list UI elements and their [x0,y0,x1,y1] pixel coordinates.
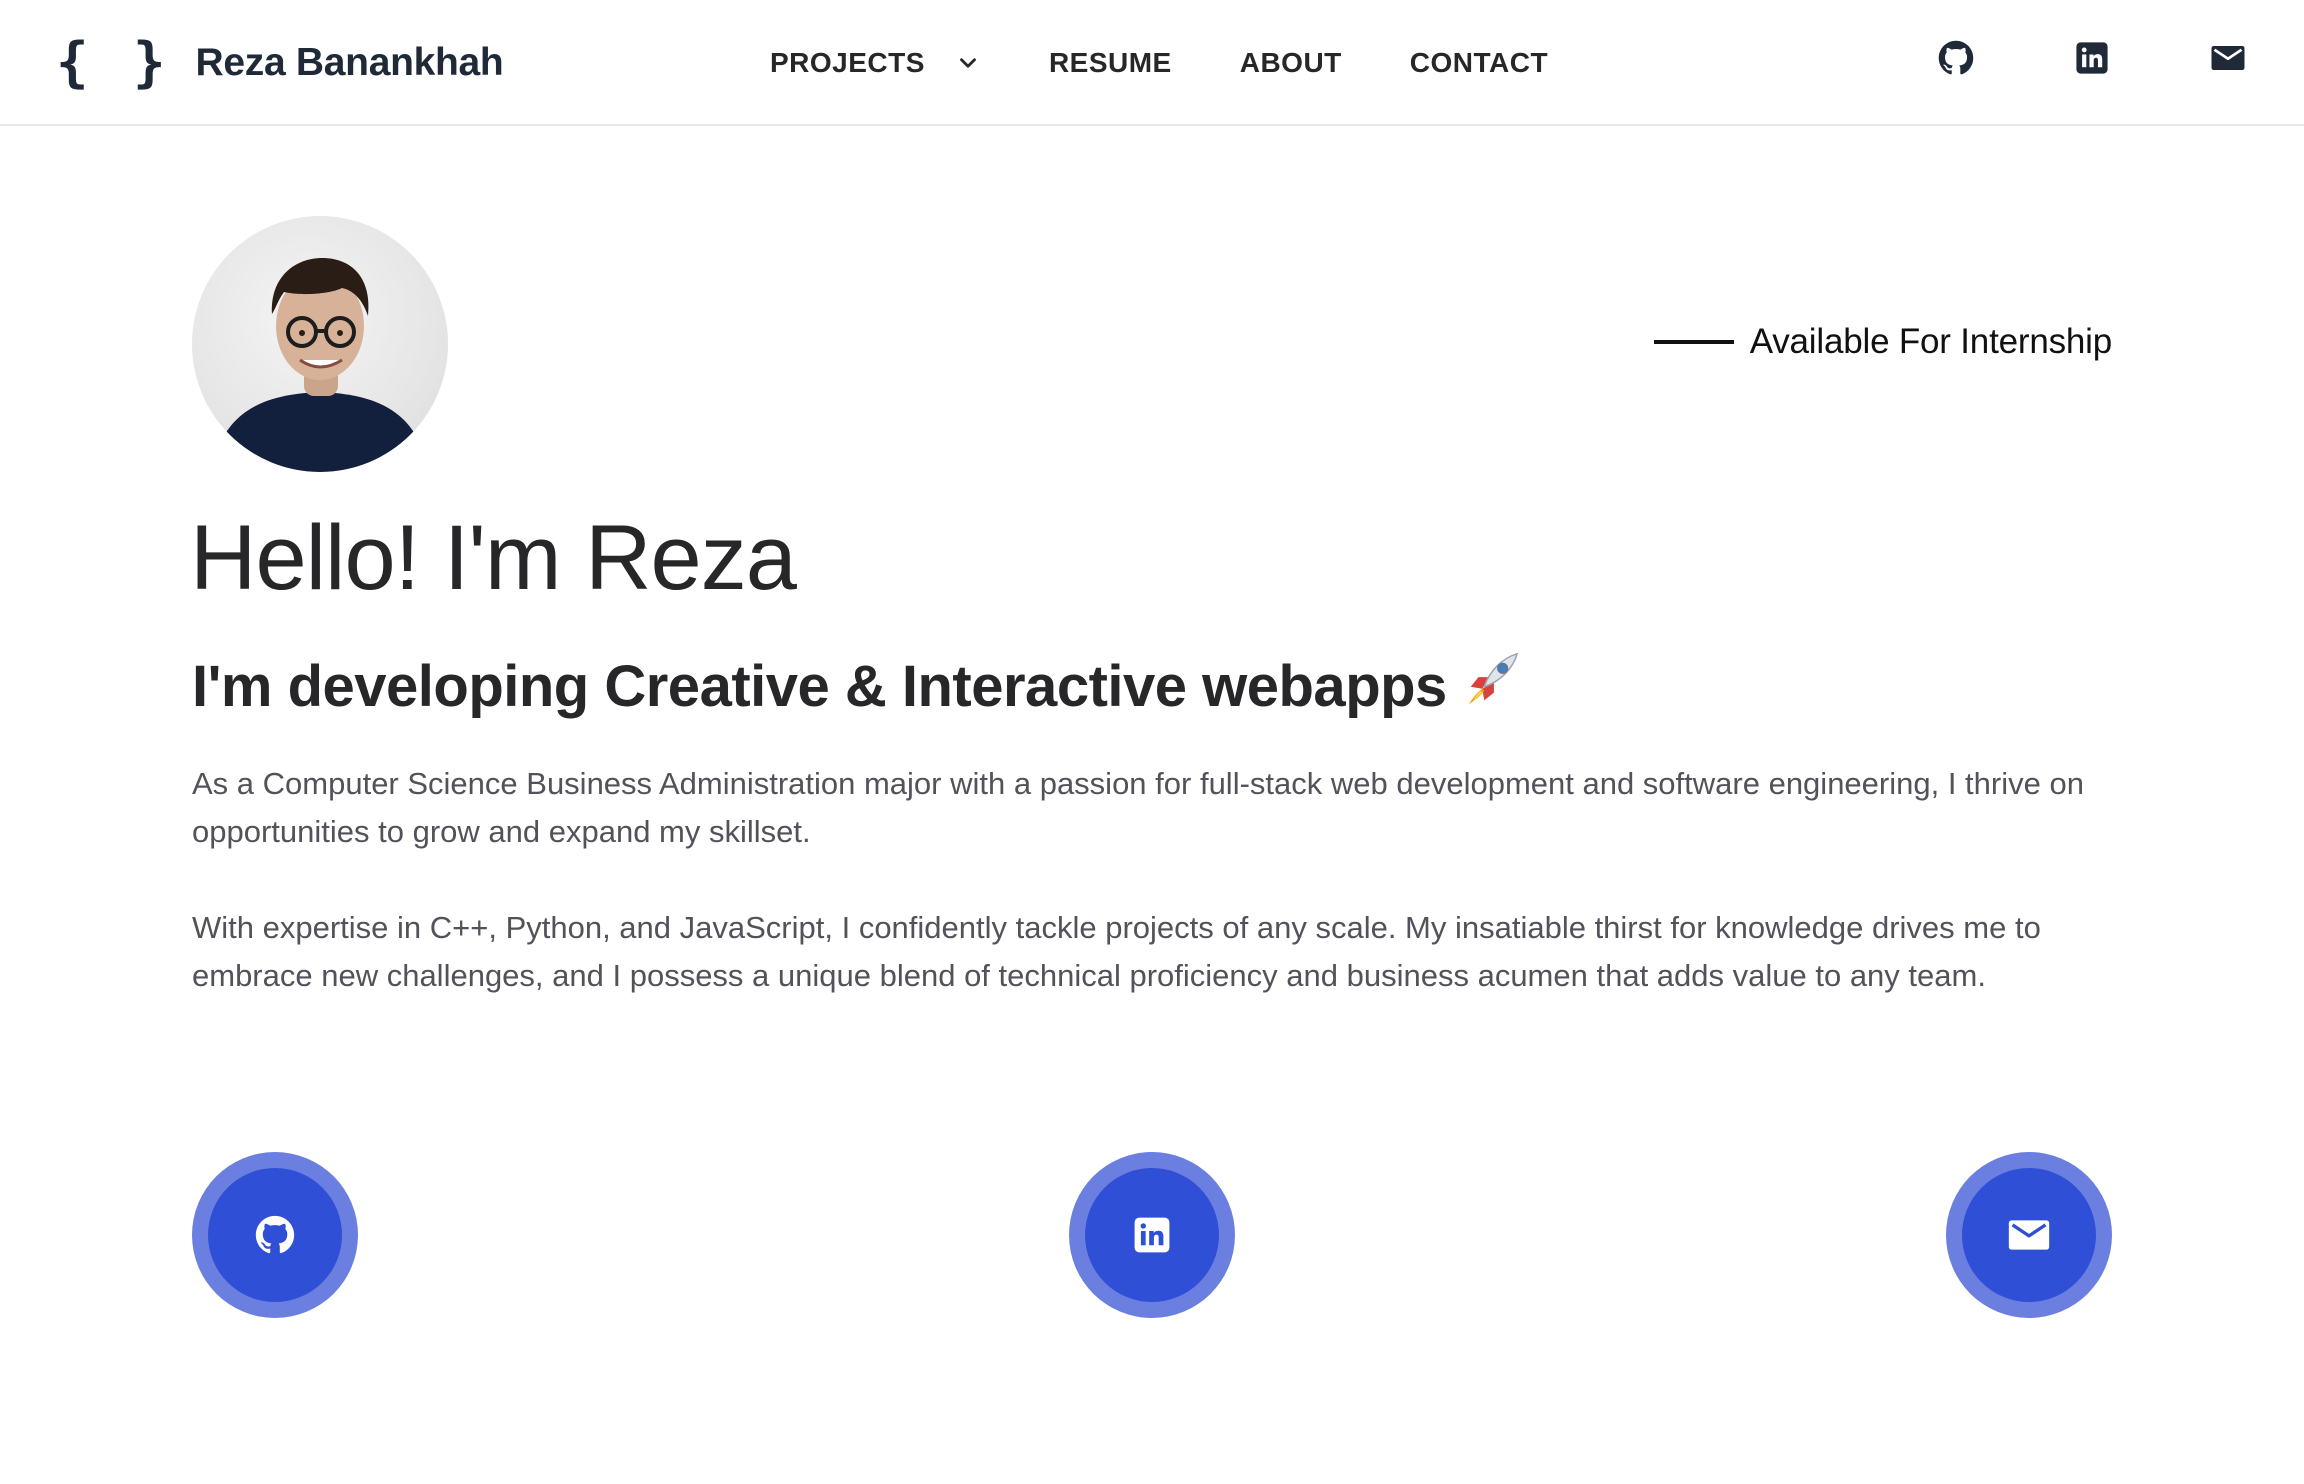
nav-about[interactable]: ABOUT [1240,47,1342,79]
site-header: { } Reza Banankhah PROJECTS RESUME ABOUT… [0,0,2304,126]
mail-icon[interactable] [2208,38,2248,78]
braces-logo-icon: { } [56,31,172,94]
avatar [192,216,448,472]
github-button-inner [208,1168,342,1302]
linkedin-button-inner [1085,1168,1219,1302]
header-social-links [1936,38,2248,78]
linkedin-icon [1134,1217,1170,1253]
availability-text: Available For Internship [1749,322,2112,361]
linkedin-button[interactable] [1069,1152,1235,1318]
divider-line [1653,340,1734,344]
main-nav: PROJECTS RESUME ABOUT CONTACT [770,0,1548,126]
nav-contact[interactable]: CONTACT [1410,47,1548,79]
bio-paragraph-2: With expertise in C++, Python, and JavaS… [192,910,2041,993]
github-icon[interactable] [1936,38,1976,78]
linkedin-icon[interactable] [2072,38,2112,78]
brand-name: Reza Banankhah [195,41,504,84]
chevron-down-icon[interactable] [955,50,981,76]
hero-subtitle-text: I'm developing Creative & Interactive we… [192,654,1447,719]
email-button[interactable] [1946,1152,2112,1318]
availability-status: Available For Internship [1653,322,2112,362]
mail-icon [2008,1220,2050,1250]
nav-resume[interactable]: RESUME [1049,47,1172,79]
nav-projects[interactable]: PROJECTS [770,47,981,79]
rocket-icon [1461,648,1523,726]
github-icon [255,1215,295,1254]
hero-subtitle: I'm developing Creative & Interactive we… [192,648,1523,726]
brand-logo[interactable]: { } Reza Banankhah [56,30,504,96]
nav-projects-label: PROJECTS [770,47,925,78]
bio-paragraph-1: As a Computer Science Business Administr… [192,766,2084,849]
hero-title: Hello! I'm Reza [190,507,797,609]
email-button-inner [1962,1168,2096,1302]
github-button[interactable] [192,1152,358,1318]
